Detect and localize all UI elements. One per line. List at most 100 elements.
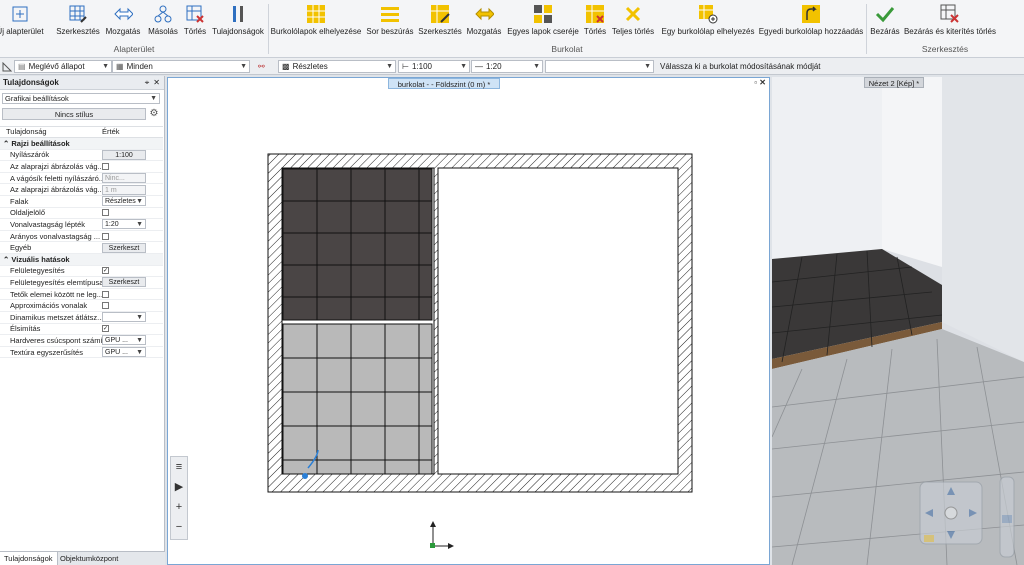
property-value[interactable]: 1 m (102, 184, 163, 195)
property-dropdown[interactable]: Részletes ▼ (102, 196, 146, 207)
3d-view-tab[interactable]: Nézet 2 [Kép] * (864, 77, 924, 88)
ribbon-button-1-2[interactable]: Szerkesztés (415, 2, 464, 42)
ribbon-button-1-8[interactable]: Egyedi burkolólap hozzáadás (752, 2, 870, 42)
layer-dropdown[interactable]: ▼ (545, 60, 654, 73)
play-icon[interactable]: ▶ (171, 477, 187, 497)
property-row: Vonalvastagság lépték 1:20 ▼ (0, 219, 163, 231)
ribbon-button-0-2[interactable]: Mozgatás (105, 2, 141, 42)
ribbon-button-1-4[interactable]: Egyes lapok cseréje (501, 2, 585, 42)
plan-view[interactable]: burkolat - - Földszint (0 m) * ▫ ✕ ≡ ▶ +… (167, 77, 770, 565)
ribbon-button-label: Mozgatás (105, 27, 141, 36)
filter-dropdown[interactable]: ▦ Minden ▼ (112, 60, 250, 73)
property-value[interactable] (102, 300, 163, 311)
link-icon[interactable]: ⚯ (258, 60, 265, 73)
close-icon[interactable]: ✕ (153, 78, 160, 87)
delete-all-icon (623, 4, 643, 24)
line-scale-dropdown[interactable]: ― 1:20 ▼ (471, 60, 543, 73)
property-dropdown[interactable]: GPU ... ▼ (102, 347, 146, 358)
state-dropdown[interactable]: ▤ Meglévő állapot ▼ (14, 60, 112, 73)
close-delete-icon (940, 4, 960, 24)
property-value[interactable] (102, 231, 163, 242)
property-button[interactable]: 1:100 (102, 149, 146, 160)
ribbon-button-label: Másolás (148, 27, 178, 36)
property-row: Approximációs vonalak (0, 300, 163, 312)
chevron-down-icon: ▼ (644, 63, 651, 70)
dark-tile-area (282, 168, 433, 321)
property-label: Textúra egyszerűsítés (10, 347, 83, 357)
detail-dropdown[interactable]: ▩ Részletes ▼ (278, 60, 396, 73)
new-floor-icon (10, 4, 30, 24)
ribbon-button-1-1[interactable]: Sor beszúrás (363, 2, 417, 42)
chevron-down-icon: ▼ (460, 63, 467, 70)
category-dropdown[interactable]: Grafikai beállítások ▼ (2, 93, 160, 104)
chevron-down-icon: ▼ (136, 221, 143, 229)
single-tile-icon (698, 4, 718, 24)
property-section[interactable]: ⌃ Vizuális hatások (0, 254, 163, 266)
category-dropdown-label: Grafikai beállítások (5, 94, 69, 103)
property-value[interactable] (102, 161, 163, 172)
group-label-burkolat: Burkolat (551, 44, 583, 54)
property-checkbox[interactable] (102, 302, 109, 310)
ribbon-button-2-1[interactable]: Bezárás és kiterítés törlés (891, 2, 1009, 42)
ribbon-button-1-7[interactable]: Egy burkolólap elhelyezés (653, 2, 763, 42)
ribbon-button-0-5[interactable]: Tulajdonságok (209, 2, 267, 42)
property-value[interactable]: 1:100 (102, 149, 163, 161)
property-label: Felületegyesítés elemtípusai (10, 277, 102, 287)
property-value[interactable]: GPU ... ▼ (102, 335, 163, 346)
ribbon-button-1-0[interactable]: Burkolólapok elhelyezése (263, 2, 368, 42)
property-checkbox[interactable] (102, 290, 109, 298)
property-value[interactable]: ✓ (102, 266, 163, 277)
property-value[interactable]: Részletes ▼ (102, 196, 163, 207)
property-checkbox[interactable]: ✓ (102, 267, 109, 275)
room-right (437, 167, 679, 475)
tab-object-center[interactable]: Objektumközpont (56, 552, 122, 565)
property-value[interactable] (102, 289, 163, 300)
zoom-out-icon[interactable]: − (171, 517, 187, 537)
zoom-in-icon[interactable]: + (171, 497, 187, 517)
ribbon-button-0-1[interactable]: Szerkesztés (53, 2, 102, 42)
property-value[interactable]: Szerkeszt (102, 242, 163, 253)
floor-plan-drawing[interactable] (168, 78, 771, 565)
property-value[interactable]: ▼ (102, 312, 163, 323)
ribbon-button-0-0[interactable]: Új alapterület (0, 2, 51, 42)
property-value[interactable]: ✓ (102, 324, 163, 335)
property-dropdown[interactable]: GPU ... ▼ (102, 335, 146, 346)
3d-view[interactable]: Nézet 2 [Kép] * (772, 77, 1024, 565)
ribbon-button-label: Törlés (183, 27, 207, 36)
property-dropdown[interactable]: 1:20 ▼ (102, 219, 146, 230)
scale-dropdown[interactable]: ⊢ 1:100 ▼ (398, 60, 470, 73)
list-icon[interactable]: ≡ (171, 457, 187, 477)
property-value[interactable]: GPU ... ▼ (102, 347, 163, 358)
property-value[interactable]: Szerkeszt (102, 277, 163, 288)
ruler-icon[interactable] (2, 60, 12, 73)
property-value[interactable]: Ninc... (102, 173, 163, 184)
pin-icon[interactable]: ⌖ (145, 78, 150, 88)
property-button[interactable]: Szerkeszt (102, 242, 146, 253)
layers-icon: ▤ (18, 62, 26, 71)
property-checkbox[interactable]: ✓ (102, 325, 109, 333)
custom-tile-icon (801, 4, 821, 24)
ribbon-button-label: Új alapterület (0, 27, 44, 36)
property-row: Dinamikus metszet átlátsz... ▼ (0, 312, 163, 324)
tile-delete-icon (585, 4, 605, 24)
property-value[interactable]: 1:20 ▼ (102, 219, 163, 230)
light-floor (772, 329, 1024, 565)
detail-dropdown-label: Részletes (292, 62, 328, 71)
chevron-down-icon: ▼ (240, 63, 247, 70)
tab-properties[interactable]: Tulajdonságok (0, 552, 58, 565)
property-label: Egyéb (10, 243, 32, 253)
property-row: Felületegyesítés elemtípusai Szerkeszt (0, 277, 163, 289)
property-section[interactable]: ⌃ Rajzi beállítások (0, 138, 163, 150)
ribbon-button-0-4[interactable]: Törlés (181, 2, 209, 42)
property-checkbox[interactable] (102, 209, 109, 217)
property-checkbox[interactable] (102, 232, 109, 240)
property-dropdown[interactable]: ▼ (102, 312, 146, 323)
property-checkbox[interactable] (102, 162, 109, 170)
style-button[interactable]: Nincs stílus (2, 108, 146, 120)
gear-icon[interactable]: ⚙ (148, 108, 160, 120)
property-value[interactable] (102, 208, 163, 219)
property-button[interactable]: Szerkeszt (102, 277, 146, 288)
3d-scene[interactable] (772, 77, 1024, 565)
ribbon-button-1-3[interactable]: Mozgatás (466, 2, 502, 42)
ribbon-button-0-3[interactable]: Másolás (147, 2, 179, 42)
